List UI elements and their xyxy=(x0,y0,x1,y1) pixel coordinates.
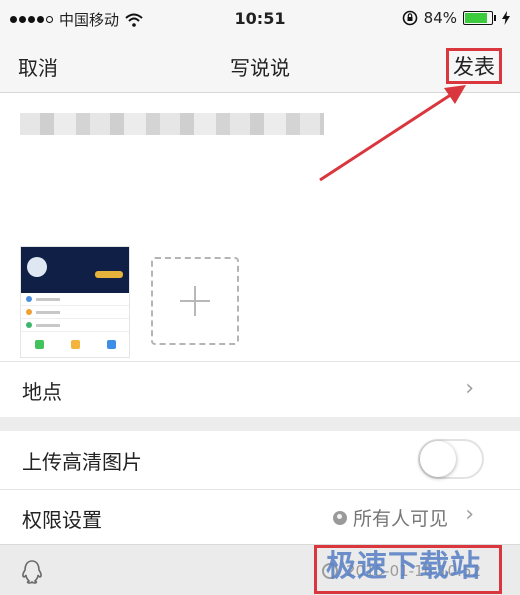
permission-value: 所有人可见 xyxy=(332,504,448,531)
thumbnail-avatar xyxy=(27,257,47,277)
status-right: 84% xyxy=(402,9,510,27)
page-title: 写说说 xyxy=(230,56,290,80)
rotation-lock-icon xyxy=(402,10,417,26)
thumbnail-badge xyxy=(95,271,123,278)
chevron-right-icon: › xyxy=(465,502,474,527)
permission-value-text: 所有人可见 xyxy=(352,508,448,530)
permission-label: 权限设置 xyxy=(22,508,102,532)
hd-upload-label: 上传高清图片 xyxy=(22,450,142,474)
battery-icon xyxy=(463,11,493,25)
annotation-box xyxy=(314,545,502,594)
chevron-right-icon: › xyxy=(465,376,474,401)
battery-percent: 84% xyxy=(423,9,457,27)
thumbnail-header xyxy=(21,247,129,293)
charging-bolt-icon xyxy=(502,11,510,25)
thumbnail-row xyxy=(21,293,129,306)
battery-cap xyxy=(494,15,496,21)
selected-image-thumbnail[interactable] xyxy=(20,246,130,358)
hd-upload-toggle[interactable] xyxy=(418,439,484,479)
thumbnail-row xyxy=(21,306,129,319)
nav-bar: 取消 写说说 发表 xyxy=(0,38,520,93)
status-bar: 中国移动 10:51 84% xyxy=(0,0,520,38)
globe-icon xyxy=(332,510,347,525)
compose-text-blurred[interactable] xyxy=(20,113,324,135)
permission-row[interactable]: 权限设置 所有人可见 › xyxy=(0,490,520,544)
section-divider xyxy=(0,417,520,431)
toggle-knob xyxy=(420,441,456,477)
add-photo-button[interactable] xyxy=(151,257,239,345)
thumbnail-row xyxy=(21,319,129,332)
hd-upload-row: 上传高清图片 xyxy=(0,431,520,490)
publish-button[interactable]: 发表 xyxy=(446,48,502,84)
thumbnail-icons xyxy=(21,340,129,349)
location-label: 地点 xyxy=(22,380,62,404)
bottom-bar: 2015-01-16 10:52 极速下载站 xyxy=(0,544,520,595)
location-row[interactable]: 地点 › xyxy=(0,361,520,418)
qq-penguin-icon[interactable] xyxy=(20,559,44,585)
